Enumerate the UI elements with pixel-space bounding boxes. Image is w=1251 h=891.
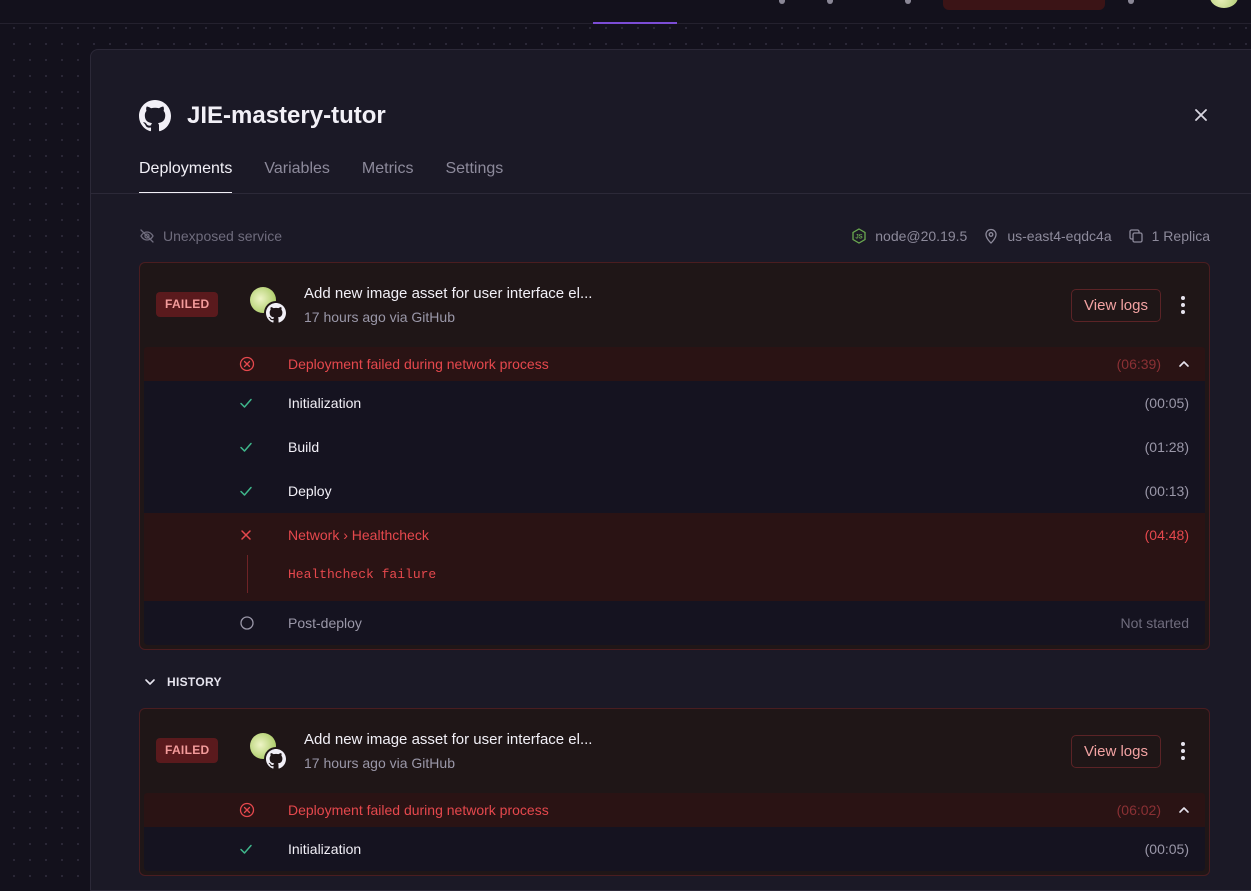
step-row: Build (01:28) xyxy=(144,425,1205,469)
step-name: Initialization xyxy=(288,841,362,857)
log-indent-line xyxy=(247,555,248,593)
nav-action-button[interactable] xyxy=(943,0,1105,10)
service-tabs: Deployments Variables Metrics Settings xyxy=(139,160,535,194)
tab-metrics[interactable]: Metrics xyxy=(362,160,414,194)
step-duration: (00:05) xyxy=(1144,395,1189,411)
copy-icon xyxy=(1128,229,1143,243)
nav-icon[interactable] xyxy=(905,0,911,4)
commit-message: Add new image asset for user interface e… xyxy=(304,285,593,302)
error-log-message: Healthcheck failure xyxy=(288,567,437,582)
svg-text:JS: JS xyxy=(856,235,863,241)
service-meta: Unexposed service JS node@20.19.5 us-eas… xyxy=(139,228,1210,248)
view-logs-button[interactable]: View logs xyxy=(1071,735,1161,768)
tabs-divider xyxy=(91,193,1251,194)
step-row-error[interactable]: Network › Healthcheck (04:48) Healthchec… xyxy=(144,513,1205,601)
service-header: JIE-mastery-tutor xyxy=(139,100,386,132)
exposure-label: Unexposed service xyxy=(163,228,283,244)
history-toggle[interactable]: HISTORY xyxy=(143,675,222,689)
step-row: Post-deploy Not started xyxy=(144,601,1205,645)
status-badge: FAILED xyxy=(156,292,219,317)
check-icon xyxy=(240,844,252,854)
check-icon xyxy=(240,486,252,496)
deployment-header[interactable]: FAILED Add new image asset for user inte… xyxy=(140,709,1209,793)
failure-message: Deployment failed during network process xyxy=(288,802,549,818)
chevron-down-icon xyxy=(145,679,155,685)
tab-settings[interactable]: Settings xyxy=(445,160,503,194)
check-icon xyxy=(240,442,252,452)
step-name: Initialization xyxy=(288,395,362,411)
failure-summary-row[interactable]: Deployment failed during network process… xyxy=(144,793,1205,827)
error-circle-icon xyxy=(239,356,255,372)
step-name: Network › Healthcheck xyxy=(288,527,429,543)
failure-message: Deployment failed during network process xyxy=(288,356,549,372)
step-name: Deploy xyxy=(288,483,332,499)
more-options-icon[interactable] xyxy=(1174,739,1192,763)
commit-avatar xyxy=(250,733,290,771)
failure-duration: (06:39) xyxy=(1116,356,1161,372)
nav-icon[interactable] xyxy=(779,0,785,4)
step-row: Deploy (00:13) xyxy=(144,469,1205,513)
github-icon xyxy=(264,747,288,771)
replica-label: 1 Replica xyxy=(1151,228,1210,244)
nodejs-icon: JS xyxy=(852,228,866,244)
replica-info: 1 Replica xyxy=(1128,228,1210,244)
step-name: Build xyxy=(288,439,320,455)
check-icon xyxy=(240,398,252,408)
step-duration: (04:48) xyxy=(1144,527,1189,543)
region-info: us-east4-eqdc4a xyxy=(983,228,1112,244)
pending-circle-icon xyxy=(240,616,254,630)
x-icon xyxy=(241,530,251,540)
tab-deployments[interactable]: Deployments xyxy=(139,160,233,194)
active-nav-indicator xyxy=(593,22,677,24)
more-options-icon[interactable] xyxy=(1174,293,1192,317)
eye-off-icon xyxy=(140,229,154,243)
error-circle-icon xyxy=(239,802,255,818)
runtime-label: node@20.19.5 xyxy=(875,228,968,244)
exposure-status: Unexposed service xyxy=(139,228,282,244)
step-duration: (00:05) xyxy=(1144,841,1189,857)
history-label: HISTORY xyxy=(167,675,222,689)
step-duration: (01:28) xyxy=(1144,439,1189,455)
commit-message: Add new image asset for user interface e… xyxy=(304,731,593,748)
github-icon xyxy=(264,301,288,325)
step-duration: (00:13) xyxy=(1144,483,1189,499)
meta-details: JS node@20.19.5 us-east4-eqdc4a 1 Replic… xyxy=(835,228,1210,244)
close-icon[interactable] xyxy=(1191,105,1211,125)
commit-avatar xyxy=(250,287,290,325)
runtime-info: JS node@20.19.5 xyxy=(851,228,967,244)
step-name: Post-deploy xyxy=(288,615,362,631)
failure-duration: (06:02) xyxy=(1116,802,1161,818)
nav-icon[interactable] xyxy=(827,0,833,4)
user-avatar[interactable] xyxy=(1210,0,1238,8)
deployment-steps: Initialization (00:05) xyxy=(144,827,1205,871)
view-logs-button[interactable]: View logs xyxy=(1071,289,1161,322)
top-nav-bar xyxy=(0,0,1251,24)
chevron-up-icon[interactable] xyxy=(1177,357,1191,371)
deployment-card: FAILED Add new image asset for user inte… xyxy=(139,262,1210,650)
deployment-header[interactable]: FAILED Add new image asset for user inte… xyxy=(140,263,1209,347)
failure-summary-row[interactable]: Deployment failed during network process… xyxy=(144,347,1205,381)
nav-icon[interactable] xyxy=(1128,0,1134,4)
deployment-steps: Initialization (00:05) Build (01:28) Dep… xyxy=(144,381,1205,645)
github-icon xyxy=(139,100,171,132)
tab-variables[interactable]: Variables xyxy=(264,160,330,194)
region-label: us-east4-eqdc4a xyxy=(1007,228,1112,244)
step-row: Initialization (00:05) xyxy=(144,827,1205,871)
chevron-up-icon[interactable] xyxy=(1177,803,1191,817)
step-row: Initialization (00:05) xyxy=(144,381,1205,425)
commit-subtitle: 17 hours ago via GitHub xyxy=(304,755,455,771)
location-pin-icon xyxy=(985,228,997,244)
service-panel: JIE-mastery-tutor Deployments Variables … xyxy=(90,49,1251,891)
history-deployment-card: FAILED Add new image asset for user inte… xyxy=(139,708,1210,876)
step-status: Not started xyxy=(1120,615,1189,631)
service-title: JIE-mastery-tutor xyxy=(187,102,386,129)
commit-subtitle: 17 hours ago via GitHub xyxy=(304,309,455,325)
status-badge: FAILED xyxy=(156,738,219,763)
